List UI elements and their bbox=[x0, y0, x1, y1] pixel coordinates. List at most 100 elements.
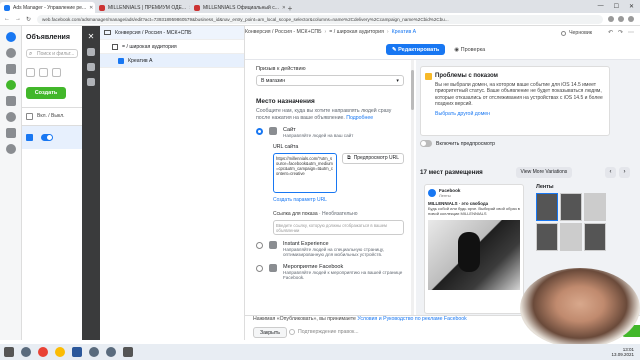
undo-icon[interactable]: ↶ bbox=[608, 29, 613, 36]
placement-thumbnails bbox=[536, 193, 612, 251]
history-icon[interactable] bbox=[87, 63, 95, 71]
app-icon[interactable] bbox=[106, 347, 116, 357]
reload-icon[interactable]: ↻ bbox=[26, 16, 32, 23]
campaign-tree: Конверсия / Россия - МСК+СПБ = / широкая… bbox=[100, 26, 245, 340]
cta-select[interactable]: В магазин ▾ bbox=[256, 75, 404, 86]
account-avatar-icon[interactable] bbox=[5, 48, 16, 58]
profile-icon[interactable] bbox=[628, 16, 634, 22]
website-subtitle: Направляйте людей на ваш сайт bbox=[283, 133, 354, 138]
system-clock[interactable]: 13:01 13.09.2021 bbox=[611, 347, 640, 358]
destination-description: Сообщите нам, куда вы хотите направлять … bbox=[256, 108, 404, 121]
url-preview-button[interactable]: ⧉ Предпросмотр URL bbox=[342, 152, 404, 164]
destination-option-website[interactable]: Сайт Направляйте людей на ваш сайт bbox=[256, 127, 404, 139]
terms-link[interactable]: Условия и Руководство по рекламе Faceboo… bbox=[357, 316, 466, 322]
back-icon[interactable]: ← bbox=[4, 16, 10, 22]
chevron-left-icon[interactable]: ‹ bbox=[605, 166, 616, 178]
row-checkbox[interactable] bbox=[26, 134, 33, 141]
settings-gear-icon[interactable] bbox=[5, 144, 16, 154]
overview-icon[interactable] bbox=[5, 64, 16, 74]
table-row[interactable] bbox=[22, 126, 82, 149]
tree-adset[interactable]: = / широкая аудитория bbox=[100, 40, 244, 54]
extension-icon[interactable] bbox=[618, 16, 624, 22]
placement-thumbnail[interactable] bbox=[560, 193, 582, 221]
extension-icon[interactable] bbox=[608, 16, 614, 22]
app-icon[interactable] bbox=[123, 347, 133, 357]
close-button[interactable]: Закрыть bbox=[253, 327, 287, 338]
search-icon[interactable] bbox=[21, 347, 31, 357]
preview-toggle-row[interactable]: Включить предпросмотр bbox=[420, 140, 495, 147]
duplicate-icon[interactable] bbox=[26, 68, 35, 77]
forward-icon[interactable]: → bbox=[15, 16, 21, 22]
instant-experience-radio[interactable] bbox=[256, 241, 263, 249]
campaigns-icon[interactable] bbox=[5, 96, 16, 106]
select-all-checkbox[interactable] bbox=[26, 113, 33, 120]
close-window-icon[interactable]: ✕ bbox=[629, 3, 634, 10]
website-url-input[interactable]: https://millennials.com/?utm_source=face… bbox=[273, 152, 338, 193]
display-link-title: Ссылка для показа bbox=[273, 210, 318, 217]
learn-more-link[interactable]: Подробнее bbox=[346, 115, 373, 121]
placement-thumbnail[interactable] bbox=[560, 223, 582, 251]
app-icon[interactable] bbox=[89, 347, 99, 357]
placement-thumbnail[interactable] bbox=[536, 223, 558, 251]
tab-review[interactable]: ◉ Проверка bbox=[449, 44, 490, 55]
destination-option-instant-experience[interactable]: Instant Experience Направляйте людей на … bbox=[256, 240, 404, 258]
cta-value: В магазин bbox=[261, 77, 286, 84]
status-label: Черновик bbox=[569, 30, 592, 36]
chevron-right-icon[interactable]: › bbox=[619, 166, 630, 178]
more-icon[interactable]: ⋯ bbox=[628, 29, 634, 36]
website-option-text: Сайт Направляйте людей на ваш сайт bbox=[283, 127, 353, 139]
preview-toggle[interactable] bbox=[420, 140, 432, 147]
tab-label: MILLENNIALS Официальный с... bbox=[203, 4, 279, 11]
choose-domain-link[interactable]: Выбрать другой домен bbox=[435, 111, 603, 117]
url-label: URL сайта bbox=[273, 143, 299, 150]
destination-option-facebook-event[interactable]: Мероприятие Facebook Направляйте людей к… bbox=[256, 263, 404, 281]
browser-tab-millennials-2[interactable]: MILLENNIALS Официальный с... ✕ bbox=[190, 2, 285, 13]
word-icon[interactable] bbox=[72, 347, 82, 357]
meta-logo-icon[interactable] bbox=[5, 32, 16, 42]
create-button[interactable]: Создать bbox=[26, 87, 66, 99]
url-field[interactable]: web.facebook.com/adsmanager/manage/ads/e… bbox=[37, 14, 603, 24]
reports-icon[interactable] bbox=[5, 128, 16, 138]
redo-icon[interactable]: ↷ bbox=[618, 29, 623, 36]
breadcrumb-campaign[interactable]: Конверсия / Россия - МСК+СПБ bbox=[245, 29, 321, 35]
tree-ad[interactable]: Креатив А bbox=[100, 54, 244, 68]
form-scrollbar[interactable] bbox=[411, 60, 414, 315]
ad-toggle[interactable] bbox=[41, 134, 53, 141]
build-url-parameter-link[interactable]: Создать параметр URL bbox=[273, 197, 404, 203]
instant-experience-icon bbox=[269, 240, 277, 249]
close-icon[interactable]: ✕ bbox=[87, 33, 95, 41]
draft-status-icon bbox=[561, 30, 567, 36]
url-field-group: URL сайта https://millennials.com/?utm_s… bbox=[273, 144, 404, 235]
audiences-icon[interactable] bbox=[5, 112, 16, 122]
create-plus-icon[interactable] bbox=[5, 80, 16, 90]
browser-tab-millennials-1[interactable]: MILLENNIALS | ПРЕМИУМ ОДЕ... ✕ bbox=[95, 2, 190, 13]
display-link-input[interactable]: Введите ссылку, которую должны отображат… bbox=[273, 219, 404, 235]
facebook-event-radio[interactable] bbox=[256, 264, 263, 272]
placement-thumbnail[interactable] bbox=[536, 193, 558, 221]
browser-tab-ads-manager[interactable]: Ads Manager - Управление ре... ✕ bbox=[0, 2, 95, 13]
close-tab-icon[interactable]: ✕ bbox=[89, 5, 93, 11]
maximize-icon[interactable]: ☐ bbox=[614, 3, 619, 10]
destination-title: Место назначения bbox=[256, 98, 315, 105]
instant-experience-text: Instant Experience Направляйте людей на … bbox=[283, 241, 404, 258]
minimize-icon[interactable]: — bbox=[598, 3, 604, 10]
start-icon[interactable] bbox=[4, 347, 14, 357]
ad-preview-header: Facebook Ленты bbox=[425, 185, 523, 201]
chrome-icon[interactable] bbox=[38, 347, 48, 357]
view-more-variations-button[interactable]: View More Variations bbox=[515, 166, 573, 178]
website-radio[interactable] bbox=[256, 128, 263, 135]
new-tab-button[interactable]: + bbox=[285, 4, 295, 13]
placement-thumbnail[interactable] bbox=[584, 223, 606, 251]
edit-pencil-icon[interactable] bbox=[87, 48, 95, 56]
breadcrumb-ad[interactable]: Креатив А bbox=[392, 29, 417, 35]
tree-campaign[interactable]: Конверсия / Россия - МСК+СПБ bbox=[100, 26, 244, 40]
placement-thumbnail[interactable] bbox=[584, 193, 606, 221]
delete-icon[interactable] bbox=[52, 68, 61, 77]
breadcrumb-adset[interactable]: = / широкая аудитория bbox=[329, 29, 384, 35]
edit-icon[interactable] bbox=[39, 68, 48, 77]
search-input[interactable]: Поиск и фильт... bbox=[26, 49, 78, 58]
ad-creative-image bbox=[428, 219, 520, 290]
tab-edit[interactable]: ✎ Редактировать bbox=[386, 44, 446, 55]
file-explorer-icon[interactable] bbox=[55, 347, 65, 357]
search-icon[interactable] bbox=[87, 78, 95, 86]
